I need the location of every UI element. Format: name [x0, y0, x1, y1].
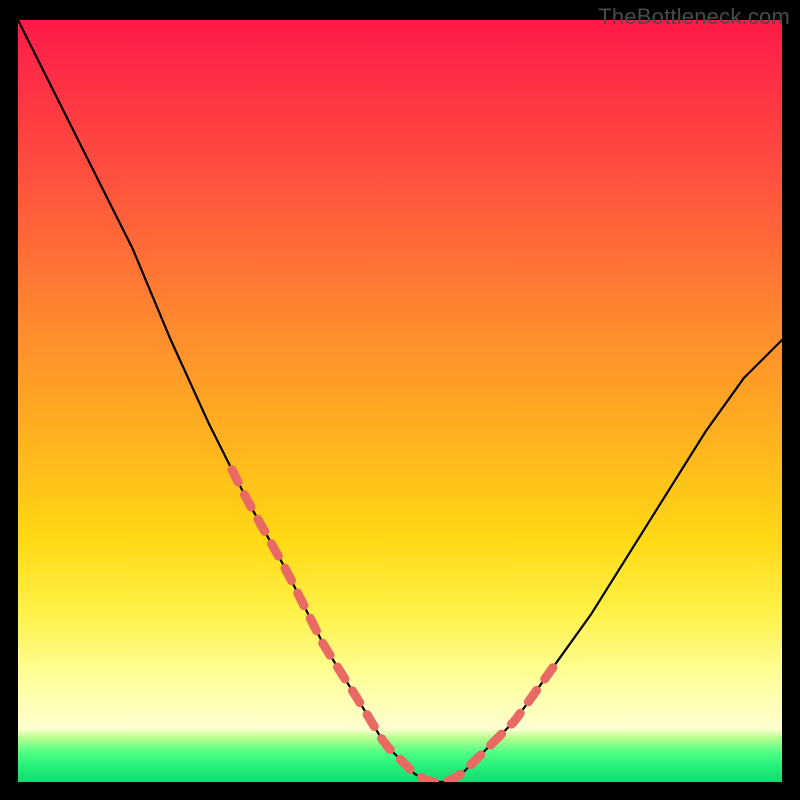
bottleneck-curve — [18, 20, 782, 782]
bottleneck-curve-svg — [18, 20, 782, 782]
bottleneck-curve-highlight-right — [492, 668, 553, 744]
bottleneck-curve-highlight-left — [232, 470, 492, 782]
chart-frame: TheBottleneck.com — [0, 0, 800, 800]
watermark-text: TheBottleneck.com — [598, 4, 790, 30]
